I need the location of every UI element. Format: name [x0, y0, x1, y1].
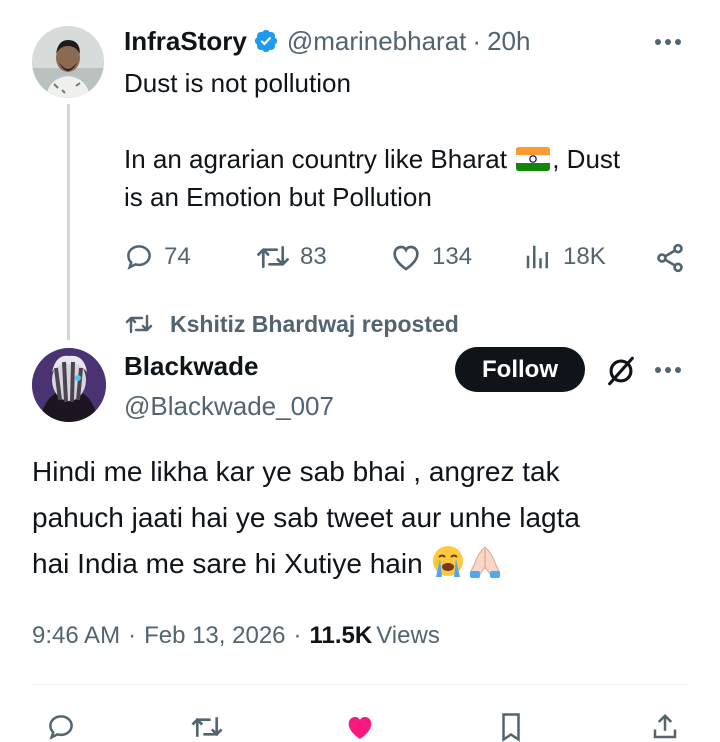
repost-banner-text[interactable]: Kshitiz Bhardwaj reposted — [170, 311, 459, 338]
repost-banner: Kshitiz Bhardwaj reposted — [124, 310, 459, 338]
repost-count: 83 — [300, 243, 327, 270]
thread-connector-line — [67, 104, 70, 340]
views-count: 18K — [563, 243, 606, 270]
repost-button[interactable]: 83 — [256, 242, 327, 272]
tweet-meta: 9:46 AM · Feb 13, 2026 · 11.5K Views — [32, 620, 440, 652]
handle[interactable]: @marinebharat — [287, 26, 467, 57]
handle[interactable]: @Blackwade_007 — [124, 390, 334, 422]
meta-separator: · — [472, 25, 482, 56]
avatar-infrastory[interactable] — [32, 26, 104, 98]
reply-icon — [124, 242, 154, 272]
india-flag-icon — [516, 147, 551, 171]
tweet-line: pahuch jaati hai ye sab tweet aur unhe l… — [32, 502, 580, 533]
repost-icon — [256, 242, 290, 272]
parent-tweet-header: InfraStory @marinebharat · 20h — [124, 24, 530, 58]
more-options-icon[interactable] — [652, 30, 684, 54]
bottom-reply-icon[interactable] — [46, 712, 76, 742]
verified-badge-icon — [253, 28, 279, 54]
display-name[interactable]: Blackwade — [124, 350, 258, 382]
follow-button[interactable]: Follow — [455, 347, 585, 392]
bottom-share-icon[interactable] — [650, 712, 680, 742]
grok-icon[interactable] — [604, 354, 638, 388]
crying-face-emoji-icon — [430, 543, 466, 579]
reply-count: 74 — [164, 243, 191, 270]
share-icon[interactable] — [654, 242, 686, 274]
tweet-line: In an agrarian country like Bharat , Dus… — [124, 144, 621, 174]
meta-separator: · — [128, 622, 137, 649]
views-label: Views — [376, 622, 440, 649]
folded-hands-emoji-icon — [466, 543, 504, 579]
tweet-date[interactable]: Feb 13, 2026 — [144, 620, 285, 652]
views-bar-chart-icon — [523, 242, 553, 272]
heart-icon — [390, 242, 422, 272]
views-button[interactable]: 18K — [523, 242, 606, 272]
avatar-blackwade[interactable] — [32, 348, 106, 422]
repost-icon — [124, 312, 154, 336]
parent-tweet-text: Dust is not pollution In an agrarian cou… — [124, 64, 620, 216]
more-options-icon[interactable] — [652, 358, 684, 382]
views-count[interactable]: 11.5K — [310, 620, 373, 652]
like-count: 134 — [432, 243, 473, 270]
meta-separator: · — [293, 622, 302, 649]
reply-button[interactable]: 74 — [124, 242, 191, 272]
bottom-repost-icon[interactable] — [190, 712, 224, 742]
divider — [32, 684, 688, 685]
tweet-line: hai India me sare hi Xutiye hain — [32, 541, 580, 587]
tweet-line: is an Emotion but Pollution — [124, 182, 432, 212]
tweet-line: Hindi me likha kar ye sab bhai , angrez … — [32, 456, 560, 487]
bottom-bookmark-icon[interactable] — [498, 712, 524, 742]
bottom-heart-icon[interactable] — [344, 712, 376, 742]
display-name[interactable]: InfraStory — [124, 26, 247, 57]
tweet-line: Dust is not pollution — [124, 68, 351, 98]
main-tweet-text: Hindi me likha kar ye sab bhai , angrez … — [32, 449, 580, 587]
tweet-time[interactable]: 9:46 AM — [32, 620, 120, 652]
timestamp[interactable]: 20h — [487, 26, 530, 57]
like-button[interactable]: 134 — [390, 242, 472, 272]
